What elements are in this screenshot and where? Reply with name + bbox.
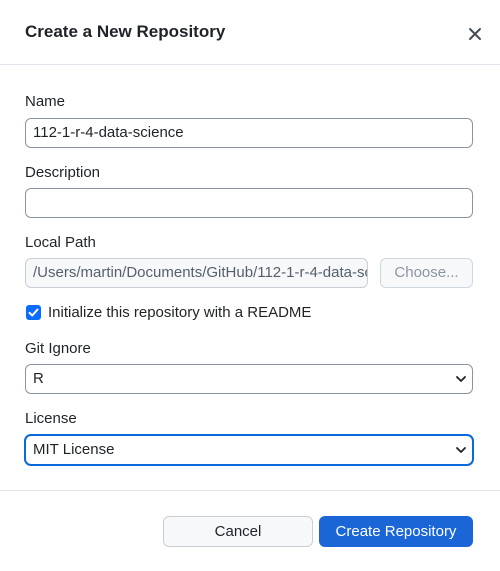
chevron-down-icon [455,444,467,456]
git-ignore-value: R [33,370,44,387]
chevron-down-icon [455,373,467,385]
license-select[interactable]: MIT License [25,435,473,465]
close-icon[interactable] [464,23,486,45]
create-repository-dialog: Create a New Repository Name 112-1-r-4-d… [0,0,500,571]
license-label: License [25,410,77,427]
description-input[interactable] [25,188,473,218]
git-ignore-label: Git Ignore [25,340,91,357]
git-ignore-select[interactable]: R [25,364,473,394]
choose-button[interactable]: Choose... [380,258,473,288]
name-input[interactable]: 112-1-r-4-data-science [25,118,473,148]
readme-checkbox-label: Initialize this repository with a README [48,304,312,321]
local-path-label: Local Path [25,234,96,251]
local-path-input[interactable]: /Users/martin/Documents/GitHub/112-1-r-4… [25,258,368,288]
checkmark-icon [28,308,39,317]
dialog-title: Create a New Repository [25,22,226,41]
cancel-button[interactable]: Cancel [163,516,313,547]
license-value: MIT License [33,441,115,458]
create-repository-button[interactable]: Create Repository [319,516,473,547]
dialog-header: Create a New Repository [0,0,500,65]
footer-divider [0,490,500,491]
description-label: Description [25,164,101,181]
readme-checkbox[interactable] [26,305,41,320]
name-label: Name [25,93,66,110]
